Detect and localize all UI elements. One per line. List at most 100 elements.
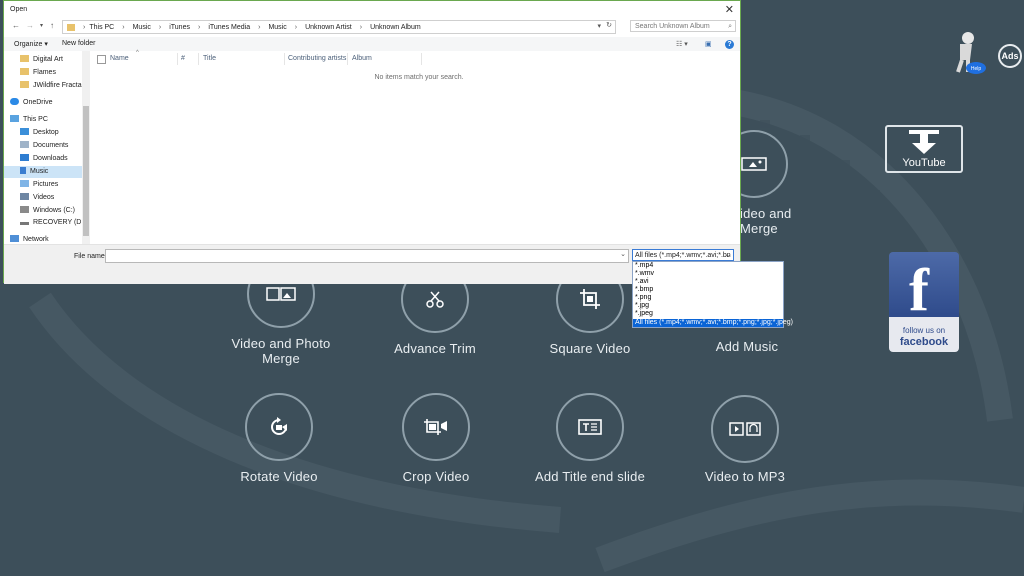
tile-add-title[interactable]: Add Title end slide [505,393,675,484]
folder-icon [67,23,75,31]
title-slide-icon [578,419,602,435]
tile-video-to-mp3-label: Video to MP3 [704,469,786,484]
chevron-down-icon[interactable]: ⌄ [620,250,626,258]
nav-item-pictures[interactable]: Pictures [20,179,58,191]
youtube-button[interactable]: YouTube [885,125,963,173]
breadcrumb-item[interactable]: iTunes Media [208,24,250,31]
nav-item-label: Documents [33,142,69,149]
back-arrow-icon[interactable]: ← [12,21,20,30]
chevron-right-icon: › [158,23,162,31]
filetype-option-selected[interactable]: All files (*.mp4;*.wmv;*.avi;*.bmp;*.png… [633,319,793,327]
filetype-option[interactable]: *.bmp [633,286,783,294]
nav-item-this-pc[interactable]: This PC [10,114,48,126]
address-row: ← → ▾ ↑ › This PC › Music › iTunes › iTu… [4,20,740,34]
chevron-right-icon: › [122,23,125,31]
open-file-dialog: Open ✕ ← → ▾ ↑ › This PC › Music › iTune… [3,0,741,284]
nav-item-documents[interactable]: Documents [20,140,68,152]
forward-arrow-icon[interactable]: → [26,21,34,30]
close-icon[interactable]: ✕ [725,3,734,16]
rotate-icon [271,417,287,435]
tile-rotate-video[interactable]: Rotate Video [194,393,364,484]
tile-rotate-video-ring [245,393,313,461]
navigation-pane: Digital Art Flames JWildfire Fractals On… [4,51,90,244]
nav-item-label: Music [30,168,49,175]
nav-scrollbar[interactable] [82,51,90,244]
nav-item-onedrive[interactable]: OneDrive [10,97,53,109]
filetype-option[interactable]: *.wmv [633,270,783,278]
search-icon: ⌕ [728,23,732,30]
facebook-follow-button[interactable]: f follow us on facebook [889,252,959,352]
column-title[interactable]: Title [203,55,216,62]
nav-item-drive-d[interactable]: RECOVERY (D:) [20,217,86,229]
column-contributing-artists[interactable]: Contributing artists [288,55,346,62]
crop-square-icon [580,289,600,309]
nav-item-label: Network [23,236,49,243]
chevron-right-icon: › [258,23,261,31]
breadcrumb-item[interactable]: Music [133,24,151,31]
facebook-name-text: facebook [899,336,949,348]
empty-message: No items match your search. [374,74,464,81]
documents-icon [20,141,29,148]
nav-item-label: Downloads [33,155,68,162]
filename-input[interactable]: ⌄ [105,249,629,263]
breadcrumb-item[interactable]: Unknown Album [370,24,421,31]
folder-icon [20,68,29,75]
tile-video-merge-label: ideo and Merge [740,206,792,236]
nav-item-desktop[interactable]: Desktop [20,127,59,139]
help-figure-icon[interactable]: Help [946,30,994,78]
organize-button[interactable]: Organize ▾ [14,40,48,48]
filetype-option[interactable]: *.png [633,294,783,302]
filename-label: File name: [74,253,107,260]
nav-item-label: Desktop [33,129,59,136]
column-number[interactable]: # [181,55,185,62]
tile-crop-video[interactable]: Crop Video [351,393,521,484]
download-icon [20,154,29,161]
nav-item-drive-c[interactable]: Windows (C:) [20,205,75,217]
ads-button[interactable]: Ads [998,44,1022,68]
nav-item-videos[interactable]: Videos [20,192,54,204]
filetype-select[interactable]: All files (*.mp4;*.wmv;*.avi;*.bn ⌄ [632,249,734,261]
nav-item-label: This PC [23,116,48,123]
filetype-option[interactable]: *.jpg [633,302,783,310]
recent-chevron-icon[interactable]: ▾ [40,22,43,29]
tile-video-to-mp3[interactable]: Video to MP3 [660,395,830,484]
network-icon [10,235,19,242]
view-options-icon[interactable]: ☷ ▾ [676,40,688,48]
dropdown-chevron-icon[interactable]: ▾ [597,22,601,30]
nav-item-jwildfire[interactable]: JWildfire Fractals [20,80,87,92]
filetype-option[interactable]: *.mp4 [633,262,783,270]
column-name[interactable]: Name [110,55,129,62]
folder-icon [20,81,29,88]
breadcrumb-item[interactable]: This PC [89,24,114,31]
scissors-icon [426,291,444,308]
refresh-icon[interactable]: ↻ [606,21,612,29]
nav-item-music[interactable]: Music [4,166,82,178]
nav-item-flames[interactable]: Flames [20,67,56,79]
desktop-icon [20,128,29,135]
chevron-right-icon: › [83,23,86,31]
facebook-follow-text: follow us on [902,326,946,335]
new-folder-button[interactable]: New folder [62,40,95,47]
select-all-checkbox[interactable] [97,55,106,64]
preview-pane-icon[interactable]: ▣ [705,40,712,48]
search-input[interactable]: Search Unknown Album ⌕ [630,20,736,32]
help-icon[interactable]: ? [725,40,734,49]
nav-item-downloads[interactable]: Downloads [20,153,68,165]
filetype-option[interactable]: *.jpeg [633,310,783,318]
film-photo-icon [266,287,296,301]
pictures-icon [20,180,29,187]
breadcrumb-item[interactable]: iTunes [169,24,190,31]
nav-item-label: Windows (C:) [33,207,76,214]
drive-icon [20,206,29,213]
breadcrumb-item[interactable]: Music [268,24,286,31]
computer-icon [10,115,19,122]
column-album[interactable]: Album [352,55,372,62]
filetype-option[interactable]: *.avi [633,278,783,286]
breadcrumb-item[interactable]: Unknown Artist [305,24,352,31]
tile-square-video-label: Square Video [549,341,631,356]
sort-up-icon: ^ [136,50,139,56]
nav-scrollbar-thumb[interactable] [83,106,89,236]
address-bar[interactable]: › This PC › Music › iTunes › iTunes Medi… [62,20,616,34]
nav-item-digital-art[interactable]: Digital Art [20,54,63,66]
up-arrow-icon[interactable]: ↑ [50,21,54,30]
